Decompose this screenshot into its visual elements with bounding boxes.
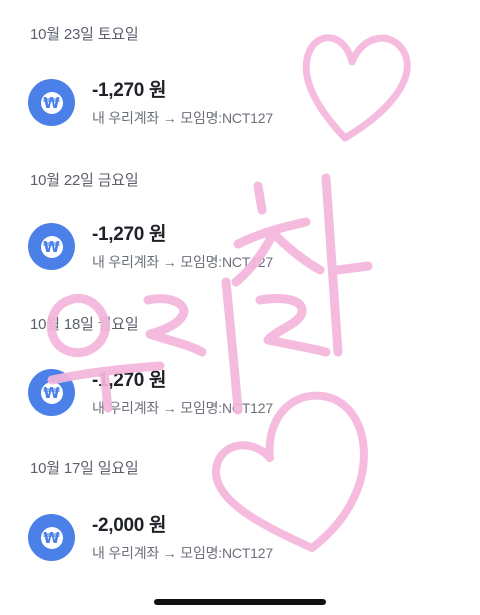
won-icon: ₩ bbox=[28, 79, 75, 126]
transaction-item[interactable]: ₩ -2,000 원 내 우리계좌 → 모임명:NCT127 bbox=[28, 510, 448, 570]
won-icon: ₩ bbox=[28, 223, 75, 270]
transaction-item[interactable]: ₩ -1,270 원 내 우리계좌 → 모임명:NCT127 bbox=[28, 75, 448, 135]
date-header: 10월 23일 토요일 bbox=[30, 26, 139, 43]
transaction-description: 내 우리계좌 → 모임명:NCT127 bbox=[92, 254, 273, 270]
transaction-item[interactable]: ₩ -1,270 원 내 우리계좌 → 모임명:NCT127 bbox=[28, 365, 448, 425]
transaction-description: 내 우리계좌 → 모임명:NCT127 bbox=[92, 110, 273, 126]
date-header: 10월 22일 금요일 bbox=[30, 172, 139, 189]
transaction-amount: -1,270 원 bbox=[92, 224, 167, 245]
transaction-amount: -1,270 원 bbox=[92, 80, 167, 101]
date-header: 10월 18일 월요일 bbox=[30, 316, 139, 333]
transaction-description: 내 우리계좌 → 모임명:NCT127 bbox=[92, 545, 273, 561]
transaction-item[interactable]: ₩ -1,270 원 내 우리계좌 → 모임명:NCT127 bbox=[28, 219, 448, 279]
home-indicator[interactable] bbox=[154, 599, 326, 605]
transaction-amount: -2,000 원 bbox=[92, 515, 167, 536]
date-header: 10월 17일 일요일 bbox=[30, 460, 139, 477]
won-icon: ₩ bbox=[28, 369, 75, 416]
won-icon: ₩ bbox=[28, 514, 75, 561]
transaction-description: 내 우리계좌 → 모임명:NCT127 bbox=[92, 400, 273, 416]
transaction-amount: -1,270 원 bbox=[92, 370, 167, 391]
